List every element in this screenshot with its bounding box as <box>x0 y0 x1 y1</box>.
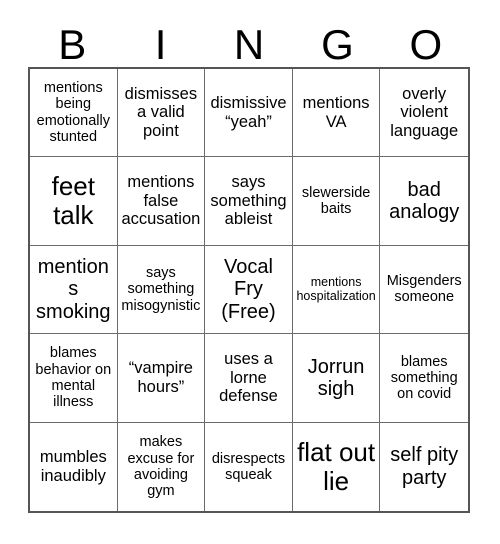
bingo-cell-label: disrespects squeak <box>211 450 286 483</box>
bingo-cell[interactable]: mentions smoking <box>30 245 118 335</box>
bingo-cell[interactable]: mentions VA <box>292 69 381 158</box>
bingo-cell[interactable]: disrespects squeak <box>205 422 293 511</box>
bingo-header: BINGO <box>28 18 470 67</box>
bingo-cell-label: Misgenders someone <box>386 273 462 306</box>
bingo-cell-label: mentions being emotionally stunted <box>36 80 110 145</box>
bingo-cell[interactable]: says something misogynistic <box>117 245 206 335</box>
bingo-cell[interactable]: mentions false accusation <box>117 157 206 246</box>
bingo-header-letter-b: B <box>58 21 87 68</box>
bingo-cell[interactable]: blames behavior on mental illness <box>30 334 118 423</box>
bingo-cell-label: slewerside baits <box>301 184 371 218</box>
bingo-cell[interactable]: makes excuse for avoiding gym <box>117 422 206 511</box>
bingo-cell-label: self pity party <box>390 444 459 489</box>
bingo-cell-label: says something ableist <box>210 173 287 229</box>
bingo-cell-label: overly violent language <box>390 84 459 140</box>
bingo-cell[interactable]: dismissive “yeah” <box>205 69 293 158</box>
bingo-cell[interactable]: feet talk <box>30 157 118 246</box>
bingo-cell-label: feet talk <box>51 170 95 231</box>
bingo-cell-label: blames behavior on mental illness <box>35 345 112 411</box>
bingo-cell[interactable]: overly violent language <box>380 69 468 158</box>
bingo-free-space-cell[interactable]: Vocal Fry (Free) <box>205 245 293 335</box>
bingo-cell-label: dismisses a valid point <box>124 84 198 140</box>
bingo-cell-label: mumbles inaudibly <box>39 448 107 485</box>
bingo-cell[interactable]: self pity party <box>380 422 468 511</box>
bingo-header-letter-i: I <box>154 21 167 68</box>
bingo-cell[interactable]: bad analogy <box>380 157 468 246</box>
bingo-cell[interactable]: slewerside baits <box>292 157 381 246</box>
bingo-cell-label: Vocal Fry (Free) <box>221 255 276 323</box>
bingo-header-letter-n: N <box>233 21 265 68</box>
bingo-header-letter-o: O <box>409 21 443 68</box>
bingo-cell[interactable]: Misgenders someone <box>380 245 468 335</box>
bingo-cell[interactable]: blames something on covid <box>380 334 468 423</box>
bingo-cell-label: blames something on covid <box>390 353 458 402</box>
bingo-cell[interactable]: uses a lorne defense <box>205 334 293 423</box>
bingo-cell-label: makes excuse for avoiding gym <box>127 434 195 500</box>
bingo-cell[interactable]: mentions being emotionally stunted <box>30 69 118 158</box>
bingo-cell[interactable]: Jorrun sigh <box>292 334 381 423</box>
bingo-cell-label: dismissive “yeah” <box>210 94 287 131</box>
bingo-cell-label: uses a lorne defense <box>219 350 278 406</box>
bingo-cell[interactable]: mentions hospitalization <box>292 245 381 335</box>
bingo-cell[interactable]: dismisses a valid point <box>117 69 206 158</box>
bingo-cell-label: mentions false accusation <box>121 173 201 229</box>
bingo-cell[interactable]: says something ableist <box>205 157 293 246</box>
bingo-cell[interactable]: mumbles inaudibly <box>30 422 118 511</box>
bingo-cell-label: mentions hospitalization <box>296 275 376 304</box>
bingo-cell-label: mentions smoking <box>36 255 111 323</box>
bingo-cell-label: Jorrun sigh <box>307 355 365 400</box>
bingo-header-letter-g: G <box>321 21 354 68</box>
bingo-cell-label: bad analogy <box>389 178 460 224</box>
bingo-cell-label: mentions VA <box>302 94 370 131</box>
bingo-card: B I N G O mentions being emotionally stunted… <box>0 0 500 544</box>
bingo-cell-label: flat out lie <box>297 436 376 496</box>
bingo-cell[interactable]: flat out lie <box>292 422 381 511</box>
bingo-grid: mentions being emotionally stunted dismis… <box>28 67 470 513</box>
bingo-cell-label: “vampire hours” <box>128 359 193 396</box>
bingo-cell-label: says something misogynistic <box>121 265 201 314</box>
bingo-cell[interactable]: “vampire hours” <box>117 334 206 423</box>
